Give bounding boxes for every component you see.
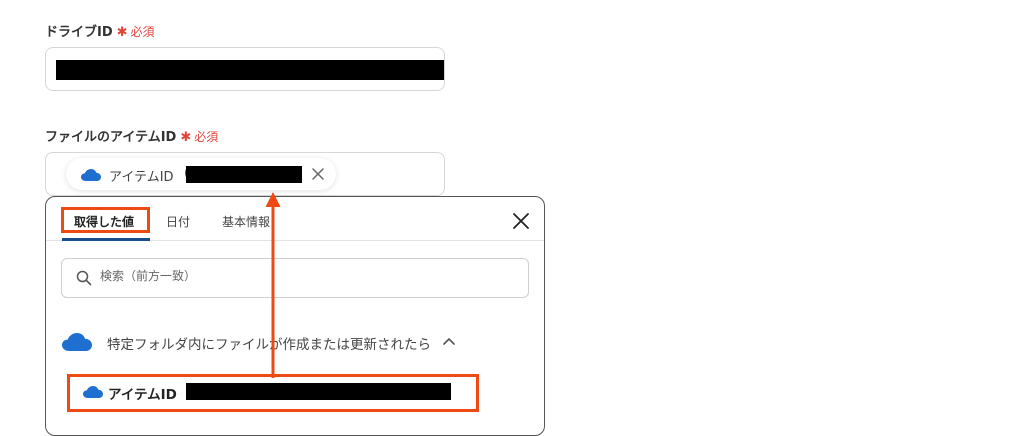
annotation-arrow [265, 192, 281, 378]
